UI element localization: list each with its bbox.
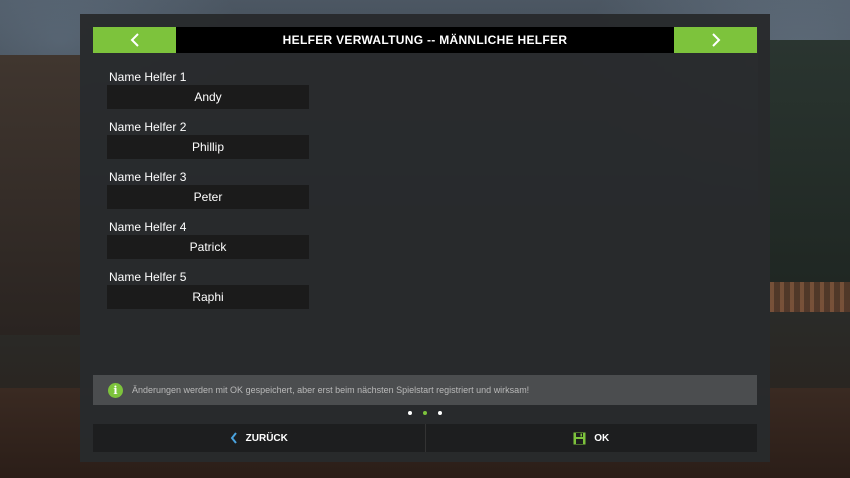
- dialog-footer: ZURÜCK OK: [93, 424, 757, 452]
- page-indicator: [80, 411, 770, 419]
- helper-name-input[interactable]: Patrick: [107, 235, 309, 259]
- helper-field-label: Name Helfer 4: [109, 220, 187, 234]
- previous-page-button[interactable]: [93, 27, 176, 53]
- helper-name-input[interactable]: Andy: [107, 85, 309, 109]
- back-button-label: ZURÜCK: [245, 432, 288, 444]
- helper-field-1: Name Helfer 1 Andy: [107, 70, 309, 120]
- helper-field-label: Name Helfer 3: [109, 170, 187, 184]
- chevron-left-icon: [230, 432, 237, 444]
- helper-field-3: Name Helfer 3 Peter: [107, 170, 309, 220]
- helper-field-label: Name Helfer 2: [109, 120, 187, 134]
- ok-button-label: OK: [594, 432, 610, 444]
- next-page-button[interactable]: [674, 27, 757, 53]
- helper-field-5: Name Helfer 5 Raphi: [107, 270, 309, 320]
- background-fence: [770, 282, 850, 312]
- helper-name-input[interactable]: Raphi: [107, 285, 309, 309]
- info-icon: i: [108, 382, 123, 398]
- helper-field-2: Name Helfer 2 Phillip: [107, 120, 309, 170]
- info-text: Änderungen werden mit OK gespeichert, ab…: [132, 385, 530, 395]
- ok-button[interactable]: OK: [424, 424, 758, 452]
- page-dot[interactable]: [408, 411, 412, 415]
- page-dot[interactable]: [438, 411, 442, 415]
- helper-field-label: Name Helfer 1: [109, 70, 187, 84]
- helper-management-dialog: HELFER VERWALTUNG -- MÄNNLICHE HELFER Na…: [80, 14, 770, 462]
- background-trees: [758, 40, 850, 300]
- chevron-right-icon: [711, 33, 720, 47]
- dialog-header: HELFER VERWALTUNG -- MÄNNLICHE HELFER: [93, 27, 757, 53]
- helper-field-label: Name Helfer 5: [109, 270, 187, 284]
- page-dot-active[interactable]: [423, 411, 427, 415]
- background-house: [0, 55, 80, 335]
- helper-field-4: Name Helfer 4 Patrick: [107, 220, 309, 270]
- helper-name-input[interactable]: Peter: [107, 185, 309, 209]
- helper-name-input[interactable]: Phillip: [107, 135, 309, 159]
- save-icon: [573, 432, 586, 444]
- back-button[interactable]: ZURÜCK: [93, 424, 425, 452]
- dialog-title: HELFER VERWALTUNG -- MÄNNLICHE HELFER: [282, 33, 568, 47]
- info-bar: i Änderungen werden mit OK gespeichert, …: [93, 375, 757, 405]
- helper-name-list: Name Helfer 1 Andy Name Helfer 2 Phillip…: [107, 70, 309, 320]
- chevron-left-icon: [130, 33, 139, 47]
